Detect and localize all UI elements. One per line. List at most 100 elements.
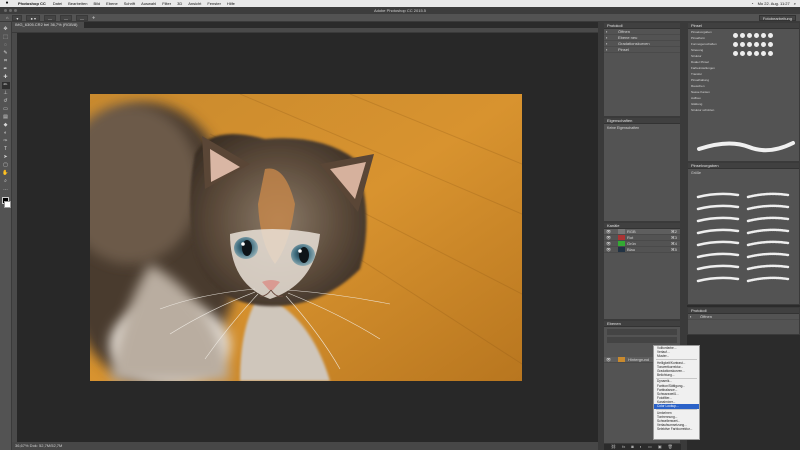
new-layer-icon[interactable]: ▣ xyxy=(658,444,662,449)
actions-item[interactable]: ▪ Öffnen xyxy=(688,314,799,320)
mac-menubar: ● Photoshop CC Datei Bearbeiten Bild Ebe… xyxy=(0,0,800,7)
adjustment-menu-item[interactable]: Muster... xyxy=(654,354,699,358)
more-tools-icon[interactable]: … xyxy=(2,186,10,193)
clock[interactable]: Mo 22. Aug. 11:27 xyxy=(758,0,790,7)
clone-stamp-tool-icon[interactable]: ⊥ xyxy=(2,90,10,97)
menu-type[interactable]: Schrift xyxy=(121,0,138,7)
flow-field[interactable]: — xyxy=(75,14,88,21)
channel-label: Grün xyxy=(627,241,636,246)
window-title: Adobe Photoshop CC 2015.5 xyxy=(373,8,427,13)
history-brush-tool-icon[interactable]: ↺ xyxy=(2,98,10,105)
menu-3d[interactable]: 3D xyxy=(174,0,185,7)
history-item[interactable]: ▪ Pinsel xyxy=(604,47,680,53)
home-icon[interactable]: ⌂ xyxy=(6,15,8,20)
group-icon[interactable]: ▭ xyxy=(648,444,652,449)
adjustment-menu-item[interactable]: Belichtung... xyxy=(654,373,699,377)
brush-presets-grid[interactable] xyxy=(688,177,799,297)
eraser-tool-icon[interactable]: ▭ xyxy=(2,106,10,113)
link-layers-icon[interactable]: ⛓ xyxy=(611,444,616,449)
hand-tool-icon[interactable]: ✋ xyxy=(2,170,10,177)
channel-thumbnail xyxy=(618,229,625,235)
snapshot-icon: ▪ xyxy=(606,47,608,52)
history-panel: Protokoll ▪ Öffnen ▪ Ebene neu ▪ Gradations… xyxy=(603,22,681,117)
channel-thumbnail xyxy=(618,247,625,253)
brush-size-picker[interactable]: ● ▾ xyxy=(26,14,40,21)
path-select-tool-icon[interactable]: ➤ xyxy=(2,154,10,161)
adjustment-layer-icon[interactable]: ◐ xyxy=(640,444,642,449)
kitten-photo[interactable] xyxy=(90,94,522,381)
brush-tip-grid xyxy=(728,29,799,113)
dodge-tool-icon[interactable]: ◐ xyxy=(2,130,10,137)
blend-mode-row[interactable] xyxy=(607,337,677,343)
background-color-swatch[interactable] xyxy=(4,201,11,208)
wifi-icon[interactable]: ◔ xyxy=(751,0,753,7)
layer-filter-bar[interactable] xyxy=(607,329,677,335)
brush-tool-icon[interactable]: ✏ xyxy=(1,82,10,89)
menu-edit[interactable]: Bearbeiten xyxy=(65,0,90,7)
layer-thumbnail xyxy=(618,357,625,363)
layers-panel-title[interactable]: Ebenen xyxy=(604,321,680,327)
lasso-tool-icon[interactable]: ◌ xyxy=(2,42,10,49)
channels-panel: Kanäle 👁 RGB ⌘2 👁 Rot ⌘3 👁 Grün ⌘4 👁 Blau ⌘5 xyxy=(603,222,681,320)
airbrush-icon[interactable]: ✈ xyxy=(92,15,95,20)
search-icon[interactable]: ⌕ xyxy=(794,0,796,7)
channel-label: Rot xyxy=(627,235,634,240)
eyedropper-tool-icon[interactable]: ✒ xyxy=(2,66,10,73)
channel-label: Blau xyxy=(627,247,636,252)
menu-filter[interactable]: Filter xyxy=(159,0,174,7)
brush-size-label: Größe xyxy=(691,171,701,175)
properties-panel: Eigenschaften Keine Eigenschaften xyxy=(603,117,681,222)
app-menu[interactable]: Photoshop CC xyxy=(14,0,50,7)
gradient-tool-icon[interactable]: ▤ xyxy=(2,114,10,121)
menu-file[interactable]: Datei xyxy=(50,0,65,7)
channel-thumbnail xyxy=(618,241,625,247)
properties-empty-label: Keine Eigenschaften xyxy=(607,126,640,130)
layers-panel-buttons: ⛓ fx ◙ ◐ ▭ ▣ 🗑 xyxy=(603,444,683,449)
actions-panel: Protokoll ▪ Öffnen xyxy=(687,307,800,335)
opacity-field[interactable]: — xyxy=(59,14,72,21)
marquee-tool-icon[interactable]: ⬚ xyxy=(2,34,10,41)
healing-tool-icon[interactable]: ✚ xyxy=(2,74,10,81)
menu-select[interactable]: Auswahl xyxy=(138,0,159,7)
channel-row[interactable]: 👁 Blau ⌘5 xyxy=(604,247,680,253)
zoom-tool-icon[interactable]: ⌕ xyxy=(2,178,10,185)
tools-panel: ✥ ⬚ ◌ ✎ ⌗ ✒ ✚ ✏ ⊥ ↺ ▭ ▤ ◆ ◐ ✑ T ➤ ▢ ✋ ⌕ … xyxy=(0,22,12,450)
brush-stroke-preview xyxy=(697,141,795,153)
status-bar: 36,67% Dok: 52,7M/52,7M xyxy=(12,442,598,450)
visibility-eye-icon[interactable]: 👁 xyxy=(606,357,611,363)
workspace-switcher[interactable]: Fotobearbeitung xyxy=(758,14,796,21)
window-titlebar: Adobe Photoshop CC 2015.5 xyxy=(0,7,800,14)
mode-select[interactable]: — xyxy=(43,14,56,21)
window-controls[interactable] xyxy=(4,9,17,12)
menu-view[interactable]: Ansicht xyxy=(185,0,204,7)
menu-help[interactable]: Hilfe xyxy=(224,0,238,7)
brush-panel: Pinsel Pinselvorgaben Pinselform Formeigen… xyxy=(687,22,800,162)
channel-shortcut: ⌘5 xyxy=(670,247,677,252)
options-bar: ⌂ ▾ ● ▾ — — — ✈ Fotobearbeitung xyxy=(0,14,800,22)
tool-preset-picker[interactable]: ▾ xyxy=(12,14,23,21)
brush-presets-panel: Pinselvorgaben Größe xyxy=(687,162,800,305)
menu-layer[interactable]: Ebene xyxy=(103,0,121,7)
apple-icon[interactable]: ● xyxy=(0,0,14,7)
mask-icon[interactable]: ◙ xyxy=(631,444,633,449)
menu-window[interactable]: Fenster xyxy=(204,0,224,7)
snapshot-icon: ▪ xyxy=(690,314,692,319)
pen-tool-icon[interactable]: ✑ xyxy=(2,138,10,145)
channel-thumbnail xyxy=(618,235,625,241)
type-tool-icon[interactable]: T xyxy=(2,146,10,153)
channel-label: RGB xyxy=(627,229,636,234)
shape-tool-icon[interactable]: ▢ xyxy=(2,162,10,169)
brush-settings-list: Pinselvorgaben Pinselform Formeigenschafte… xyxy=(688,29,728,113)
blur-tool-icon[interactable]: ◆ xyxy=(2,122,10,129)
crop-tool-icon[interactable]: ⌗ xyxy=(2,58,10,65)
move-tool-icon[interactable]: ✥ xyxy=(2,26,10,33)
adjustment-menu-item[interactable]: Selektive Farbkorrektur... xyxy=(654,427,699,431)
fx-icon[interactable]: fx xyxy=(622,444,625,449)
visibility-eye-icon[interactable]: 👁 xyxy=(606,247,611,253)
delete-layer-icon[interactable]: 🗑 xyxy=(668,444,673,449)
adjustment-layer-menu: Volltonfarbe... Verlauf... Muster... Hellig… xyxy=(653,345,700,440)
menu-image[interactable]: Bild xyxy=(90,0,103,7)
adjustment-menu-item[interactable]: Color Lookup... xyxy=(654,404,699,409)
brush-setting-item[interactable]: Struktur schützen xyxy=(688,107,728,113)
quick-select-tool-icon[interactable]: ✎ xyxy=(2,50,10,57)
